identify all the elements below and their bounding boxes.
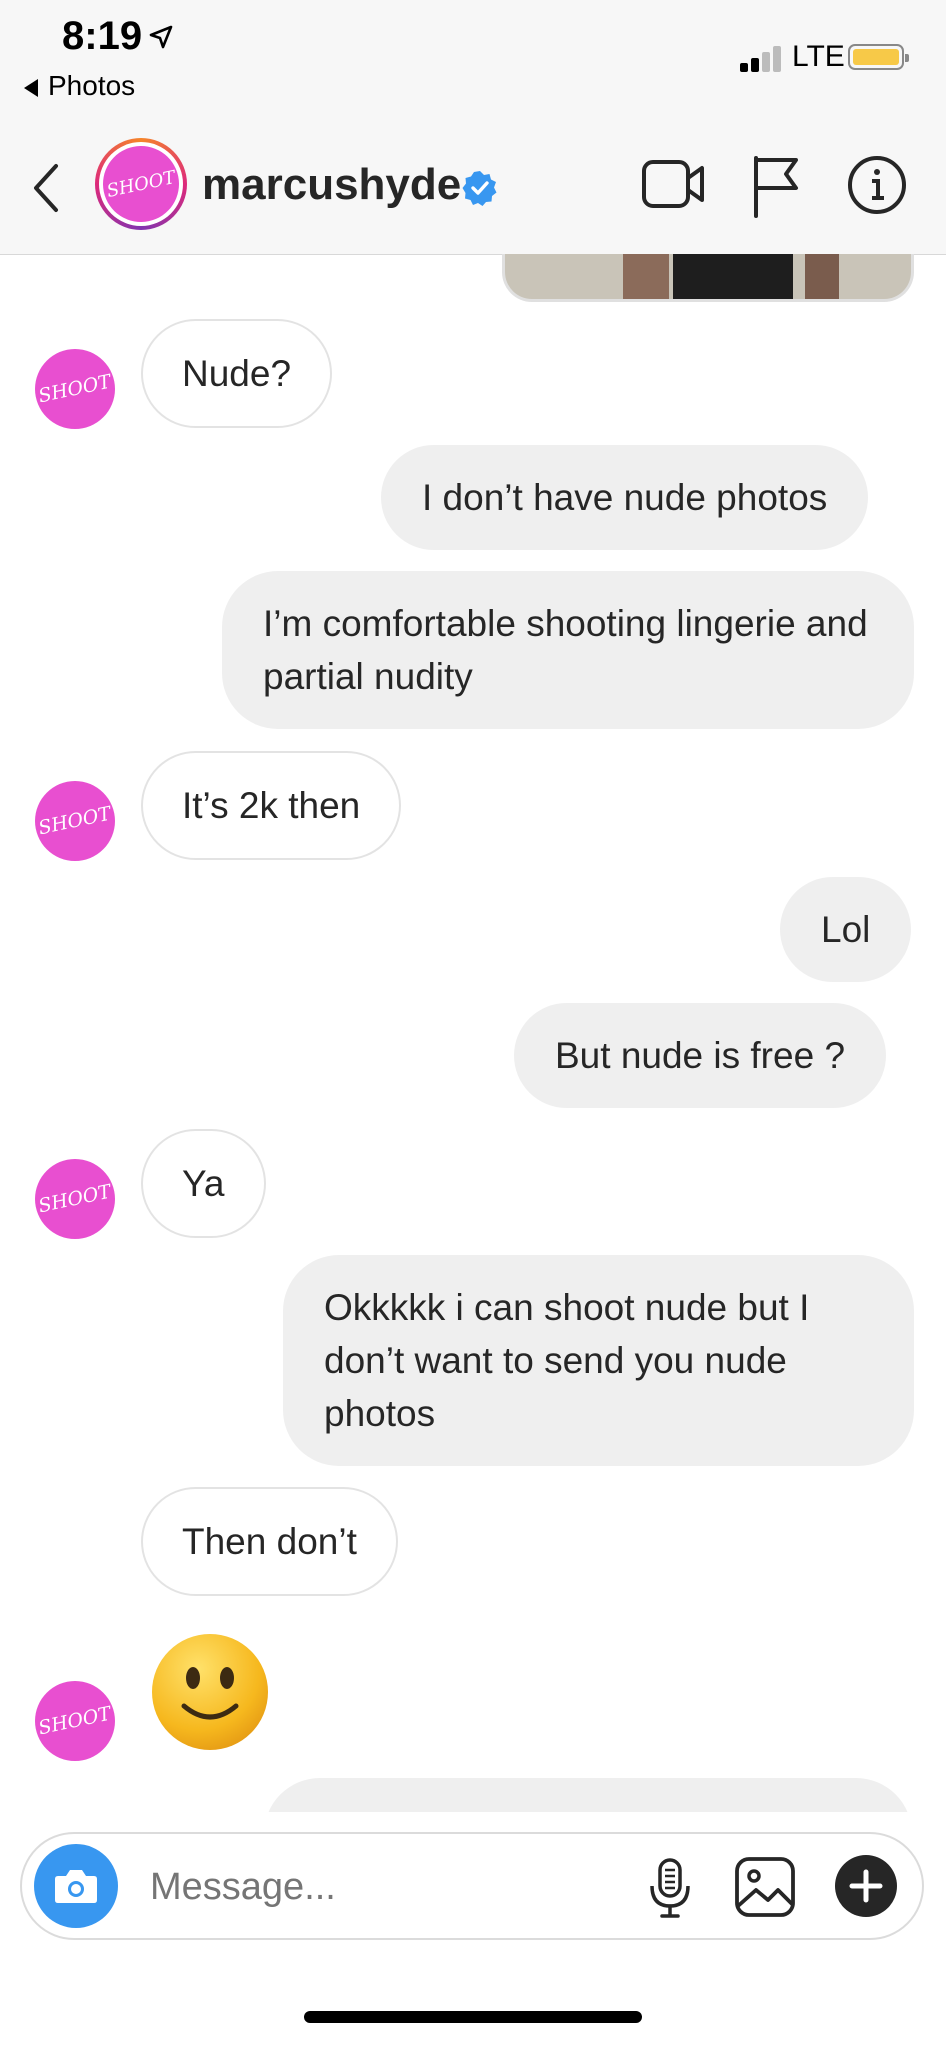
video-call-icon[interactable]: [640, 154, 708, 214]
incoming-message: Nude?: [141, 319, 333, 428]
back-chevron-icon[interactable]: [28, 160, 68, 216]
sender-avatar[interactable]: SHOOT: [35, 1681, 115, 1761]
back-app-label: Photos: [48, 70, 136, 101]
chat-header: SHOOT marcushyde: [0, 120, 946, 255]
incoming-message: Then don’t: [141, 1487, 398, 1596]
flag-icon[interactable]: [750, 154, 802, 220]
status-time: 8:19: [62, 14, 143, 58]
outgoing-message: But nude is free ?: [514, 1003, 887, 1108]
profile-avatar[interactable]: SHOOT: [95, 138, 187, 230]
battery-icon: [848, 44, 909, 70]
camera-icon: [55, 1870, 97, 1903]
home-indicator[interactable]: [304, 2011, 642, 2023]
chat-username[interactable]: marcushyde: [202, 160, 461, 210]
incoming-message: It’s 2k then: [141, 751, 402, 860]
sender-avatar[interactable]: SHOOT: [35, 349, 115, 429]
info-icon[interactable]: [846, 154, 908, 216]
status-bar: 8:19 Photos LTE: [0, 0, 946, 120]
microphone-icon[interactable]: [646, 1856, 694, 1920]
incoming-message: Ya: [141, 1129, 266, 1238]
message-input[interactable]: [148, 1858, 632, 1916]
signal-strength-icon: [740, 46, 786, 72]
plus-icon[interactable]: [834, 1854, 898, 1918]
gallery-icon[interactable]: [734, 1856, 796, 1918]
slightly-smiling-face-emoji: [152, 1634, 268, 1750]
shared-photo-thumbnail[interactable]: [502, 254, 914, 302]
back-triangle-icon: [24, 78, 38, 97]
back-to-app-link[interactable]: Photos: [24, 70, 135, 102]
avatar-text: SHOOT: [104, 166, 178, 202]
sender-avatar[interactable]: SHOOT: [35, 781, 115, 861]
camera-button[interactable]: [34, 1844, 118, 1928]
location-arrow-icon: [149, 25, 173, 49]
verified-badge-icon: [462, 171, 497, 206]
outgoing-message: Okkkkk i can shoot nude but I don’t want…: [283, 1255, 914, 1466]
outgoing-message: I’m comfortable shooting lingerie and pa…: [222, 571, 914, 729]
message-composer: [20, 1832, 924, 1940]
sender-avatar[interactable]: SHOOT: [35, 1159, 115, 1239]
network-type: LTE: [792, 40, 845, 73]
outgoing-message: Lol: [780, 877, 912, 982]
outgoing-message: I don’t have nude photos: [381, 445, 869, 550]
